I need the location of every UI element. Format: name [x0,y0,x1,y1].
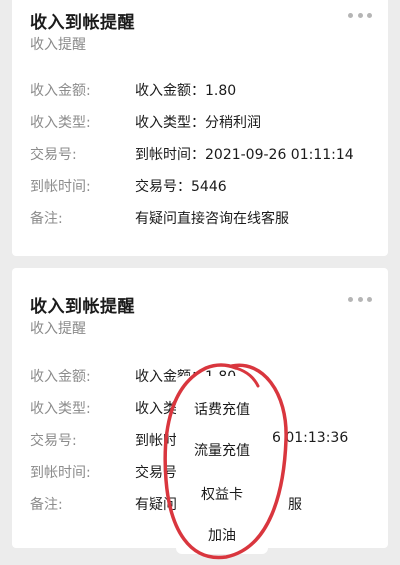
row-label: 收入金额: [30,369,91,385]
row-value: 收入类型：分稍利润 [135,115,261,131]
menu-item-benefit-card[interactable]: 权益卡 [176,484,268,504]
row-remark: 备注: 有疑问直接咨询在线客服 [30,208,378,230]
menu-item-refuel[interactable]: 加油 [176,525,268,545]
more-options-icon[interactable] [348,12,372,18]
row-value-tail: 服 [288,497,302,513]
row-value: 到帐时 [135,433,177,449]
row-value: 有疑问 [135,497,177,513]
row-label: 收入类型: [30,115,91,131]
row-value: 交易号 [135,465,177,481]
more-options-icon[interactable] [348,296,372,302]
row-label: 备注: [30,211,63,227]
row-transaction-id: 交易号: 到帐时间：2021-09-26 01:11:14 [30,144,378,166]
card-title: 收入到帐提醒 [30,13,135,33]
card-subtitle: 收入提醒 [30,37,86,53]
card-subtitle: 收入提醒 [30,321,86,337]
row-value: 到帐时间：2021-09-26 01:11:14 [135,147,354,163]
income-notice-card-1[interactable]: 收入到帐提醒 收入提醒 收入金额: 收入金额：1.80 收入类型: 收入类型：分… [12,0,388,256]
row-label: 收入金额: [30,83,91,99]
menu-item-data-recharge[interactable]: 流量充值 [176,440,268,460]
row-label: 到帐时间: [30,179,91,195]
row-label: 交易号: [30,147,77,163]
row-label: 交易号: [30,433,77,449]
card-title: 收入到帐提醒 [30,297,135,317]
row-arrival-time: 到帐时间: 交易号：5446 [30,176,378,198]
menu-item-phone-recharge[interactable]: 话费充值 [176,399,268,419]
row-label: 到帐时间: [30,465,91,481]
row-value: 交易号：5446 [135,179,227,195]
row-value-tail: 6 01:13:36 [272,430,349,446]
row-value: 有疑问直接咨询在线客服 [135,211,289,227]
row-income-amount: 收入金额: 收入金额：1.80 [30,80,378,102]
row-label: 收入类型: [30,401,91,417]
row-income-type: 收入类型: 收入类型：分稍利润 [30,112,378,134]
row-label: 备注: [30,497,63,513]
row-value: 收入金额：1.80 [135,83,237,99]
